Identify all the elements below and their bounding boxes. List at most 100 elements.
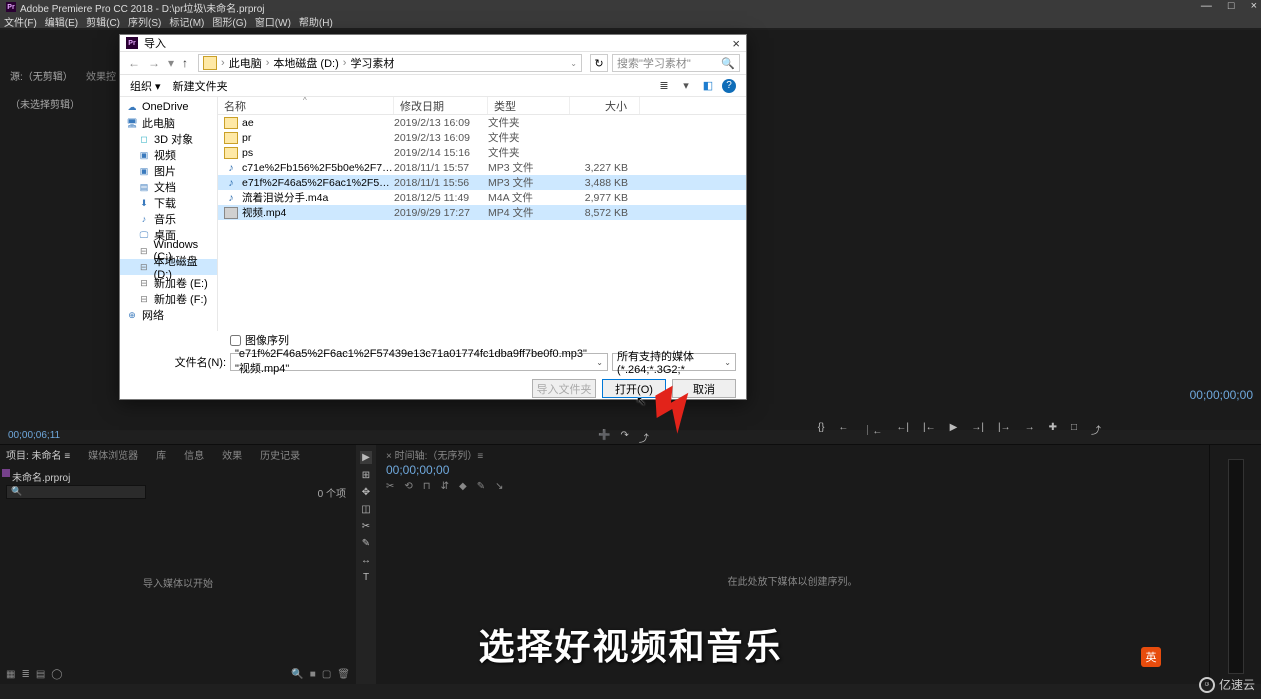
nav-item[interactable]: 🖥此电脑	[120, 115, 217, 131]
timeline-tool[interactable]: T	[363, 572, 369, 583]
nav-item[interactable]: ☁OneDrive	[120, 99, 217, 115]
file-row[interactable]: ps2019/2/14 15:16文件夹	[218, 145, 746, 160]
timeline-tab[interactable]: × 时间轴:（无序列）≡	[386, 447, 483, 462]
nav-item[interactable]: ⊟新加卷 (E:)	[120, 275, 217, 291]
project-tab[interactable]: 历史记录	[260, 447, 300, 462]
playback-button[interactable]: ✚	[1049, 422, 1057, 437]
breadcrumb-path[interactable]: › 此电脑› 本地磁盘 (D:)› 学习素材 ⌄	[198, 54, 582, 72]
nav-item[interactable]: ▣图片	[120, 163, 217, 179]
crumb[interactable]: 此电脑	[225, 55, 266, 71]
filter-dropdown-icon[interactable]: ⌄	[724, 358, 731, 367]
menu-item[interactable]: 编辑(E)	[45, 14, 78, 29]
timeline-tool[interactable]: ▶	[360, 451, 372, 464]
nav-back-icon[interactable]: ←	[126, 56, 142, 70]
effect-controls-tab[interactable]: 效果控	[86, 68, 116, 83]
nav-recent-icon[interactable]: ▾	[166, 56, 176, 70]
preview-pane-icon[interactable]: ◧	[700, 78, 716, 94]
monitor-button[interactable]: ➕	[598, 430, 610, 445]
project-search[interactable]: 🔍	[6, 485, 146, 499]
file-row[interactable]: ♪c71e%2Fb156%2F5b0e%2F700dcc77...2018/11…	[218, 160, 746, 175]
project-tab[interactable]: 效果	[222, 447, 242, 462]
source-tab[interactable]: 源:（无剪辑）	[10, 68, 73, 83]
playback-button[interactable]: □	[1071, 422, 1077, 437]
nav-item[interactable]: ⊟新加卷 (F:)	[120, 291, 217, 307]
timeline-toggle[interactable]: ⟲	[404, 481, 412, 492]
path-dropdown-icon[interactable]: ⌄	[570, 59, 581, 68]
timeline-tool[interactable]: ✎	[362, 538, 370, 549]
project-button[interactable]: ■	[310, 669, 316, 680]
project-tab[interactable]: 项目: 未命名 ≡	[6, 447, 70, 462]
import-folder-button[interactable]: 导入文件夹	[532, 379, 596, 398]
playback-button[interactable]: |→	[998, 422, 1011, 437]
timeline-toggle[interactable]: ↘	[495, 481, 503, 492]
playback-button[interactable]: |←	[923, 422, 936, 437]
timeline-toggle[interactable]: ✂	[386, 481, 394, 492]
playback-button[interactable]: →	[1025, 422, 1035, 437]
menu-item[interactable]: 帮助(H)	[299, 14, 333, 29]
cancel-button[interactable]: 取消	[672, 379, 736, 398]
playback-button[interactable]: {}	[818, 422, 825, 437]
refresh-button[interactable]: ↻	[590, 54, 608, 72]
crumb[interactable]: 本地磁盘 (D:)	[269, 55, 342, 71]
organize-button[interactable]: 组织 ▾	[130, 78, 161, 94]
nav-item[interactable]: ◻3D 对象	[120, 131, 217, 147]
monitor-button[interactable]: ↷	[620, 430, 628, 445]
menu-item[interactable]: 图形(G)	[212, 14, 246, 29]
nav-item[interactable]: ⬇下载	[120, 195, 217, 211]
project-tab[interactable]: 媒体浏览器	[88, 447, 138, 462]
window-maximize-icon[interactable]: □	[1228, 0, 1235, 12]
project-tab[interactable]: 信息	[184, 447, 204, 462]
playback-button[interactable]: ←	[838, 422, 848, 437]
timeline-tool[interactable]: ↔	[361, 555, 371, 566]
col-size[interactable]: 大小	[570, 97, 640, 114]
timeline-toggle[interactable]: ◆	[459, 481, 467, 492]
open-button[interactable]: 打开(O)	[602, 379, 666, 398]
project-button[interactable]: 🗑	[337, 669, 350, 680]
nav-up-icon[interactable]: ↑	[180, 56, 190, 70]
nav-item[interactable]: ⊕网络	[120, 307, 217, 323]
timeline-toggle[interactable]: ⊓	[423, 481, 431, 492]
view-mode-icon[interactable]: ≣	[656, 78, 672, 94]
window-minimize-icon[interactable]: —	[1201, 0, 1212, 12]
playback-button[interactable]: →|	[971, 422, 984, 437]
nav-item[interactable]: ⊟本地磁盘 (D:)	[120, 259, 217, 275]
help-icon[interactable]: ?	[722, 79, 736, 93]
project-button[interactable]: ≣	[21, 669, 29, 680]
nav-item[interactable]: ▤文档	[120, 179, 217, 195]
new-folder-button[interactable]: 新建文件夹	[173, 78, 228, 94]
menu-item[interactable]: 标记(M)	[169, 14, 204, 29]
menu-item[interactable]: 文件(F)	[4, 14, 37, 29]
file-row[interactable]: ♪e71f%2F46a5%2F6ac1%2F57439e13c...2018/1…	[218, 175, 746, 190]
crumb[interactable]: 学习素材	[346, 55, 398, 71]
project-button[interactable]: ▦	[6, 669, 15, 680]
timeline-tool[interactable]: ⊞	[362, 470, 370, 481]
timeline-tool[interactable]: ✥	[362, 487, 370, 498]
project-button[interactable]: 🔍	[291, 669, 303, 680]
search-field[interactable]: 搜索"学习素材" 🔍	[612, 54, 740, 72]
project-button[interactable]: ◯	[51, 669, 62, 680]
file-row[interactable]: ae2019/2/13 16:09文件夹	[218, 115, 746, 130]
project-button[interactable]: ▤	[36, 669, 45, 680]
nav-item[interactable]: ▣视频	[120, 147, 217, 163]
monitor-button[interactable]: ⤴	[639, 430, 649, 445]
file-type-filter[interactable]: 所有支持的媒体 (*.264;*.3G2;* ⌄	[612, 353, 736, 371]
timeline-toggle[interactable]: ✎	[477, 481, 485, 492]
file-row[interactable]: 视频.mp42019/9/29 17:27MP4 文件8,572 KB	[218, 205, 746, 220]
file-row[interactable]: ♪流着泪说分手.m4a2018/12/5 11:49M4A 文件2,977 KB	[218, 190, 746, 205]
playback-button[interactable]: ⤴	[1091, 422, 1101, 437]
col-type[interactable]: 类型	[488, 97, 570, 114]
menu-item[interactable]: 窗口(W)	[255, 14, 291, 29]
playback-button[interactable]: ←|	[896, 422, 909, 437]
project-button[interactable]: ▢	[322, 669, 331, 680]
nav-item[interactable]: ♪音乐	[120, 211, 217, 227]
file-row[interactable]: pr2019/2/13 16:09文件夹	[218, 130, 746, 145]
menu-item[interactable]: 剪辑(C)	[86, 14, 120, 29]
view-dropdown-icon[interactable]: ▾	[678, 78, 694, 94]
project-tab[interactable]: 库	[156, 447, 166, 462]
filename-input[interactable]: "e71f%2F46a5%2F6ac1%2F57439e13c71a01774f…	[230, 353, 608, 371]
image-sequence-checkbox[interactable]	[230, 335, 241, 346]
menu-item[interactable]: 序列(S)	[128, 14, 161, 29]
timeline-tool[interactable]: ◫	[361, 504, 370, 515]
timeline-toggle[interactable]: ⇵	[441, 481, 449, 492]
window-close-icon[interactable]: ×	[1251, 0, 1257, 12]
